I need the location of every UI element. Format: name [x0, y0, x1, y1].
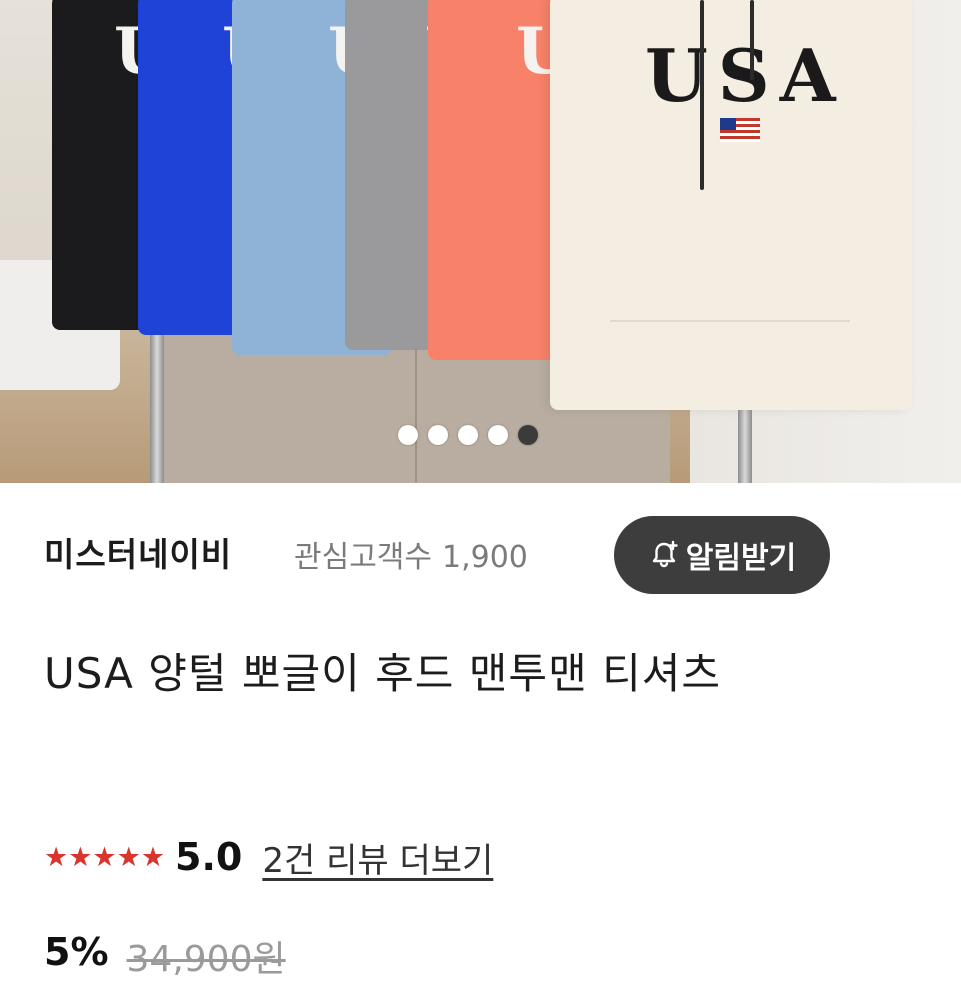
notify-button-label: 알림받기 — [685, 541, 797, 576]
pocket-seam — [610, 320, 850, 322]
discount-rate: 5% — [44, 930, 109, 974]
drawstring-left — [700, 0, 704, 190]
usa-print: USA — [645, 33, 846, 118]
notify-button[interactable]: 알림받기 — [614, 516, 830, 594]
product-title: USA 양털 뽀글이 후드 맨투맨 티셔츠 — [44, 649, 721, 698]
fans-count-text: 관심고객수 1,900 — [294, 532, 528, 576]
rack-pole-left — [150, 330, 164, 483]
original-price: 34,900원 — [126, 939, 286, 980]
product-image-carousel[interactable]: U U U U U USA — [0, 0, 961, 483]
rating-row: ★★★★★ 5.0 2건 리뷰 더보기 — [44, 832, 493, 882]
bell-plus-icon — [652, 540, 678, 568]
carousel-indicator — [398, 425, 538, 445]
carousel-dot-active[interactable] — [518, 425, 538, 445]
flag-icon — [720, 118, 760, 142]
fans-count: 1,900 — [442, 540, 528, 575]
review-more-link[interactable]: 2건 리뷰 더보기 — [262, 833, 493, 882]
store-info-row: 미스터네이비 관심고객수 1,900 알림받기 — [44, 516, 924, 594]
star-rating-icons: ★★★★★ — [44, 841, 166, 873]
carousel-dot[interactable] — [488, 425, 508, 445]
carousel-dot[interactable] — [428, 425, 448, 445]
store-name[interactable]: 미스터네이비 — [44, 528, 232, 576]
carousel-dot[interactable] — [398, 425, 418, 445]
hoodie-cream-featured: USA — [550, 0, 912, 410]
rating-score: 5.0 — [175, 835, 243, 879]
carousel-dot[interactable] — [458, 425, 478, 445]
price-row: 5% 34,900원 — [44, 930, 286, 980]
fans-label: 관심고객수 — [294, 540, 432, 575]
drawstring-right — [750, 0, 754, 80]
